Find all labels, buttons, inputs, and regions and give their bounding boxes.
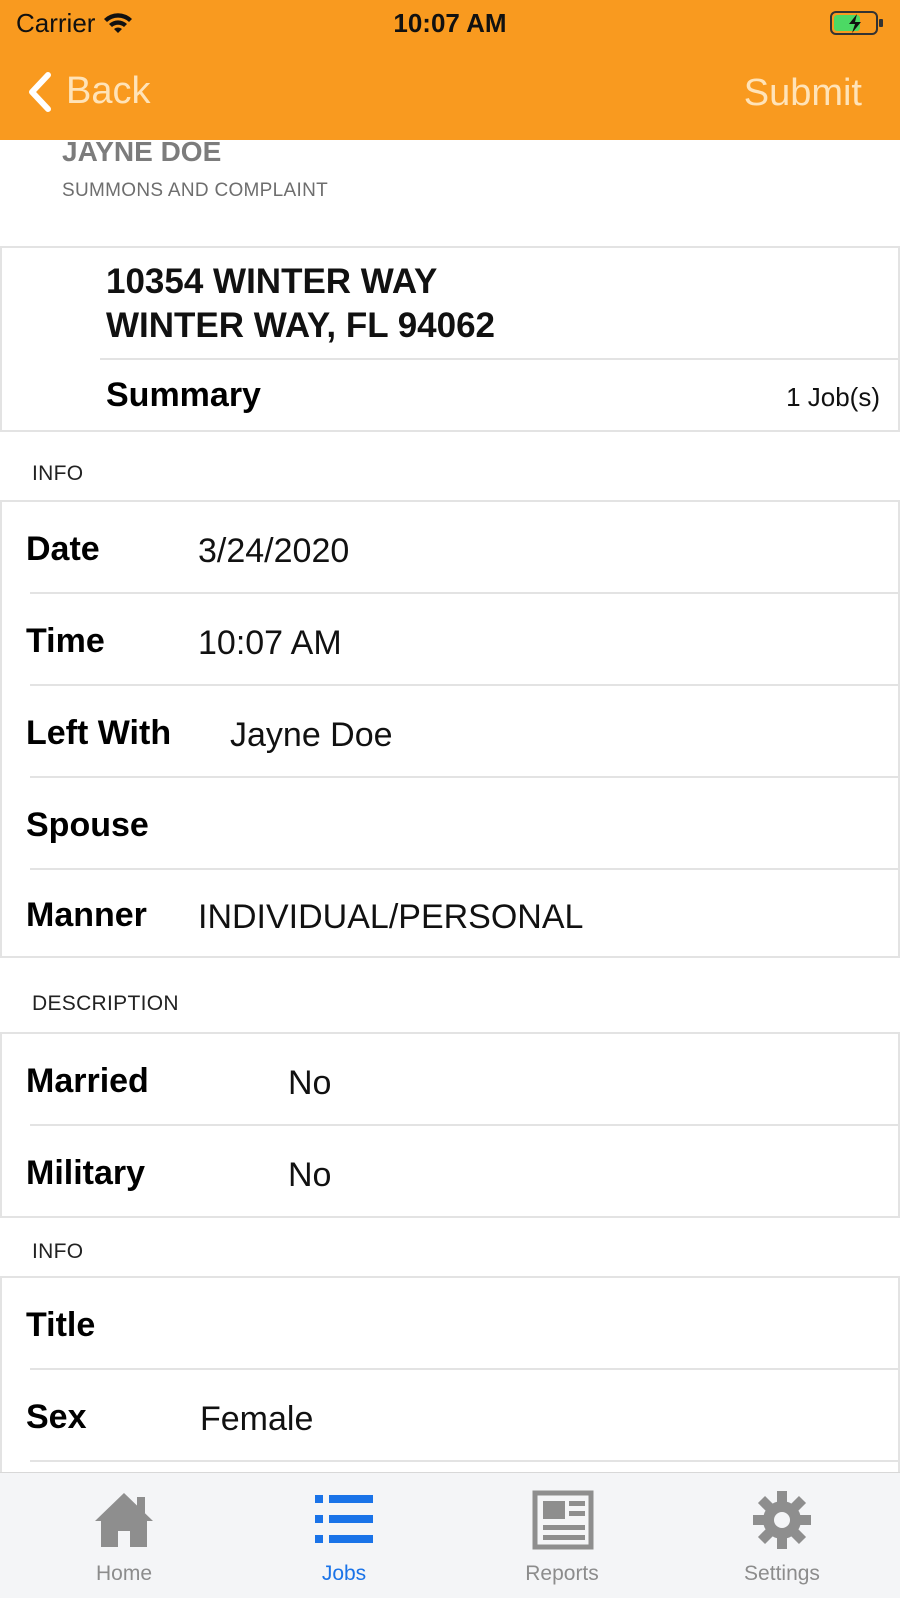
row-value: Jayne Doe xyxy=(230,716,393,754)
row-married[interactable]: Married No xyxy=(2,1034,898,1126)
tab-home[interactable]: Home xyxy=(54,1489,194,1586)
row-label: Left With xyxy=(26,714,172,752)
submit-button[interactable]: Submit xyxy=(744,72,862,115)
row-value: Female xyxy=(200,1400,314,1438)
home-icon xyxy=(95,1493,153,1547)
tab-label: Reports xyxy=(525,1562,599,1585)
row-label: Time xyxy=(26,622,105,660)
section-header-info: INFO xyxy=(32,462,84,485)
row-label: Military xyxy=(26,1154,146,1192)
back-label: Back xyxy=(66,70,151,112)
reports-icon xyxy=(532,1490,594,1550)
status-time: 10:07 AM xyxy=(393,8,507,38)
row-value: INDIVIDUAL/PERSONAL xyxy=(198,898,584,936)
row-military[interactable]: Military No xyxy=(2,1126,898,1218)
row-label: Sex xyxy=(26,1398,87,1436)
description-card: Married No Military No xyxy=(0,1032,900,1218)
divider xyxy=(100,358,898,360)
info-card: Date 3/24/2020 Time 10:07 AM Left With J… xyxy=(0,500,900,958)
chevron-left-icon xyxy=(29,71,51,112)
row-value: No xyxy=(288,1064,332,1102)
row-sex[interactable]: Sex Female xyxy=(2,1370,898,1462)
section-header-description: DESCRIPTION xyxy=(32,992,179,1015)
navigation-header: Carrier 10:07 AM Back Submit xyxy=(0,0,900,140)
list-icon xyxy=(315,1495,373,1543)
row-label: Manner xyxy=(26,896,147,934)
row-title[interactable]: Title xyxy=(2,1278,898,1370)
case-type: SUMMONS AND COMPLAINT xyxy=(62,180,328,201)
gear-icon xyxy=(753,1491,811,1549)
row-spouse[interactable]: Spouse xyxy=(2,778,898,870)
row-value: 10:07 AM xyxy=(198,624,342,662)
summary-label: Summary xyxy=(106,376,261,414)
subject-name: JAYNE DOE xyxy=(62,136,222,167)
row-left-with[interactable]: Left With Jayne Doe xyxy=(2,686,898,778)
row-label: Title xyxy=(26,1306,96,1344)
row-label: Date xyxy=(26,530,100,568)
jobs-count: 1 Job(s) xyxy=(786,382,880,412)
row-time[interactable]: Time 10:07 AM xyxy=(2,594,898,686)
row-date[interactable]: Date 3/24/2020 xyxy=(2,502,898,594)
row-value: 3/24/2020 xyxy=(198,532,350,570)
address-card[interactable]: 10354 WINTER WAY WINTER WAY, FL 94062 Su… xyxy=(0,246,900,432)
tab-bar: Home Jobs Reports Settings xyxy=(0,1472,900,1598)
address-line-2: WINTER WAY, FL 94062 xyxy=(106,306,496,345)
info-card: Title Sex Female xyxy=(0,1276,900,1476)
battery-icon xyxy=(830,10,884,41)
section-header-info: INFO xyxy=(32,1240,84,1263)
row-value: No xyxy=(288,1156,332,1194)
tab-label: Settings xyxy=(744,1562,820,1585)
tab-settings[interactable]: Settings xyxy=(712,1489,852,1586)
tab-reports[interactable]: Reports xyxy=(492,1489,632,1586)
divider xyxy=(30,1460,898,1462)
back-button[interactable]: Back xyxy=(26,70,150,113)
row-label: Married xyxy=(26,1062,149,1100)
address-line-1: 10354 WINTER WAY xyxy=(106,262,438,301)
row-manner[interactable]: Manner INDIVIDUAL/PERSONAL xyxy=(2,868,898,960)
tab-label: Jobs xyxy=(321,1562,367,1585)
row-label: Spouse xyxy=(26,806,149,844)
tab-label: Home xyxy=(95,1562,153,1585)
tab-jobs[interactable]: Jobs xyxy=(274,1489,414,1586)
